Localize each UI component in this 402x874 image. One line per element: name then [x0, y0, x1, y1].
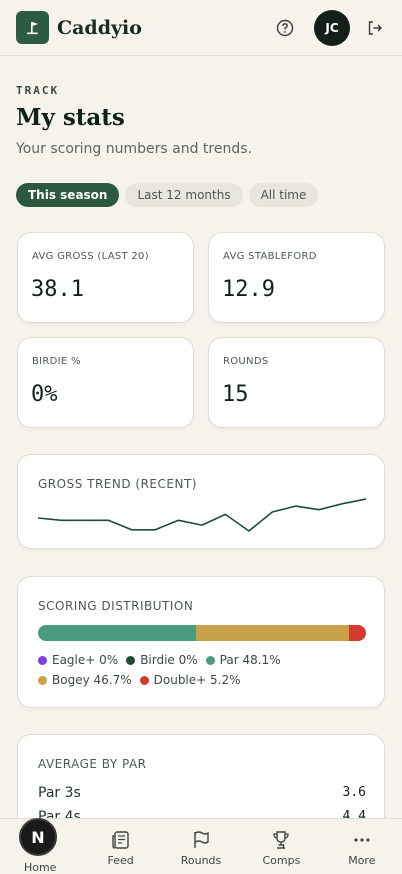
trophy-icon: [270, 829, 292, 851]
nav-label: Rounds: [180, 854, 222, 867]
nav-label: More: [348, 854, 376, 867]
more-icon: [351, 829, 373, 851]
nav-label: Home: [23, 861, 57, 874]
distribution-segment-par: [38, 625, 196, 641]
help-icon[interactable]: [274, 17, 296, 39]
filter-this-season[interactable]: This season: [16, 183, 120, 207]
scoring-distribution-legend: Eagle+ 0% Birdie 0% Par 48.1% Bogey 46.7% Do…: [38, 653, 378, 687]
legend-item: Eagle+ 0%: [38, 653, 118, 667]
page-subtitle: Your scoring numbers and trends.: [16, 141, 252, 157]
gross-trend-title: GROSS TREND (RECENT): [38, 477, 197, 491]
legend-dot: [205, 655, 215, 665]
nav-label: Feed: [107, 854, 134, 867]
stat-label: AVG STABLEFORD: [223, 251, 317, 262]
filter-all-time[interactable]: All time: [248, 183, 319, 207]
gross-trend-chart: [38, 498, 366, 532]
stat-label: AVG GROSS (LAST 20): [32, 251, 149, 262]
legend-dot: [38, 675, 47, 685]
legend-label: Bogey 46.7%: [52, 673, 132, 687]
stat-value: 38.1: [31, 277, 84, 302]
stat-label: BIRDIE %: [32, 356, 81, 367]
legend-item: Double+ 5.2%: [139, 673, 241, 687]
flag-logo-icon[interactable]: [16, 11, 49, 44]
par-label: Par 3s: [38, 785, 81, 801]
stat-value: 12.9: [222, 277, 275, 302]
scoring-distribution-card: SCORING DISTRIBUTION Eagle+ 0% Birdie 0% P…: [17, 576, 385, 708]
feed-icon: [110, 829, 132, 851]
page-title: My stats: [16, 104, 125, 131]
legend-item: Par 48.1%: [205, 653, 281, 667]
stat-card-rounds: ROUNDS 15: [208, 337, 385, 428]
scoring-distribution-bar: [38, 625, 366, 641]
legend-dot: [126, 655, 136, 665]
gross-trend-line: [38, 498, 366, 532]
par-value: 3.6: [342, 785, 366, 800]
nav-feed[interactable]: Feed: [80, 819, 160, 874]
legend-dot: [139, 675, 149, 685]
legend-item: Birdie 0%: [126, 653, 198, 667]
bottom-nav: Home Feed Rounds Comps More: [0, 818, 402, 874]
stat-value: 15: [222, 382, 249, 407]
logout-icon[interactable]: [364, 17, 386, 39]
gross-trend-card: GROSS TREND (RECENT): [17, 454, 385, 549]
distribution-segment-double-plus: [348, 625, 366, 641]
nav-rounds[interactable]: Rounds: [161, 819, 241, 874]
legend-label: Eagle+ 0%: [52, 653, 119, 667]
distribution-segment-bogey: [195, 625, 349, 641]
stat-label: ROUNDS: [223, 356, 269, 367]
app-name[interactable]: Caddyio: [57, 17, 142, 39]
legend-dot: [38, 655, 47, 665]
stat-value: 0%: [31, 382, 58, 407]
stat-card-avg-gross: AVG GROSS (LAST 20) 38.1: [17, 232, 194, 323]
legend-item: Bogey 46.7%: [38, 673, 132, 687]
filter-last-12-months[interactable]: Last 12 months: [125, 183, 243, 207]
period-filter: This season Last 12 months All time: [16, 183, 319, 207]
average-by-par-title: AVERAGE BY PAR: [38, 757, 147, 771]
par-row: Par 3s 3.6: [38, 785, 366, 801]
top-bar: Caddyio JC: [0, 0, 402, 56]
section-eyebrow: TRACK: [16, 84, 60, 97]
flag-icon: [190, 829, 212, 851]
nav-more[interactable]: More: [322, 819, 402, 874]
nav-label: Comps: [262, 854, 301, 867]
legend-label: Double+ 5.2%: [153, 673, 241, 687]
nav-comps[interactable]: Comps: [241, 819, 321, 874]
avatar[interactable]: JC: [314, 9, 350, 46]
stat-card-birdie-pct: BIRDIE % 0%: [17, 337, 194, 428]
scoring-distribution-title: SCORING DISTRIBUTION: [38, 599, 194, 613]
stat-card-avg-stableford: AVG STABLEFORD 12.9: [208, 232, 385, 323]
quick-action-button[interactable]: N: [19, 818, 57, 856]
legend-label: Birdie 0%: [140, 653, 198, 667]
legend-label: Par 48.1%: [219, 653, 281, 667]
